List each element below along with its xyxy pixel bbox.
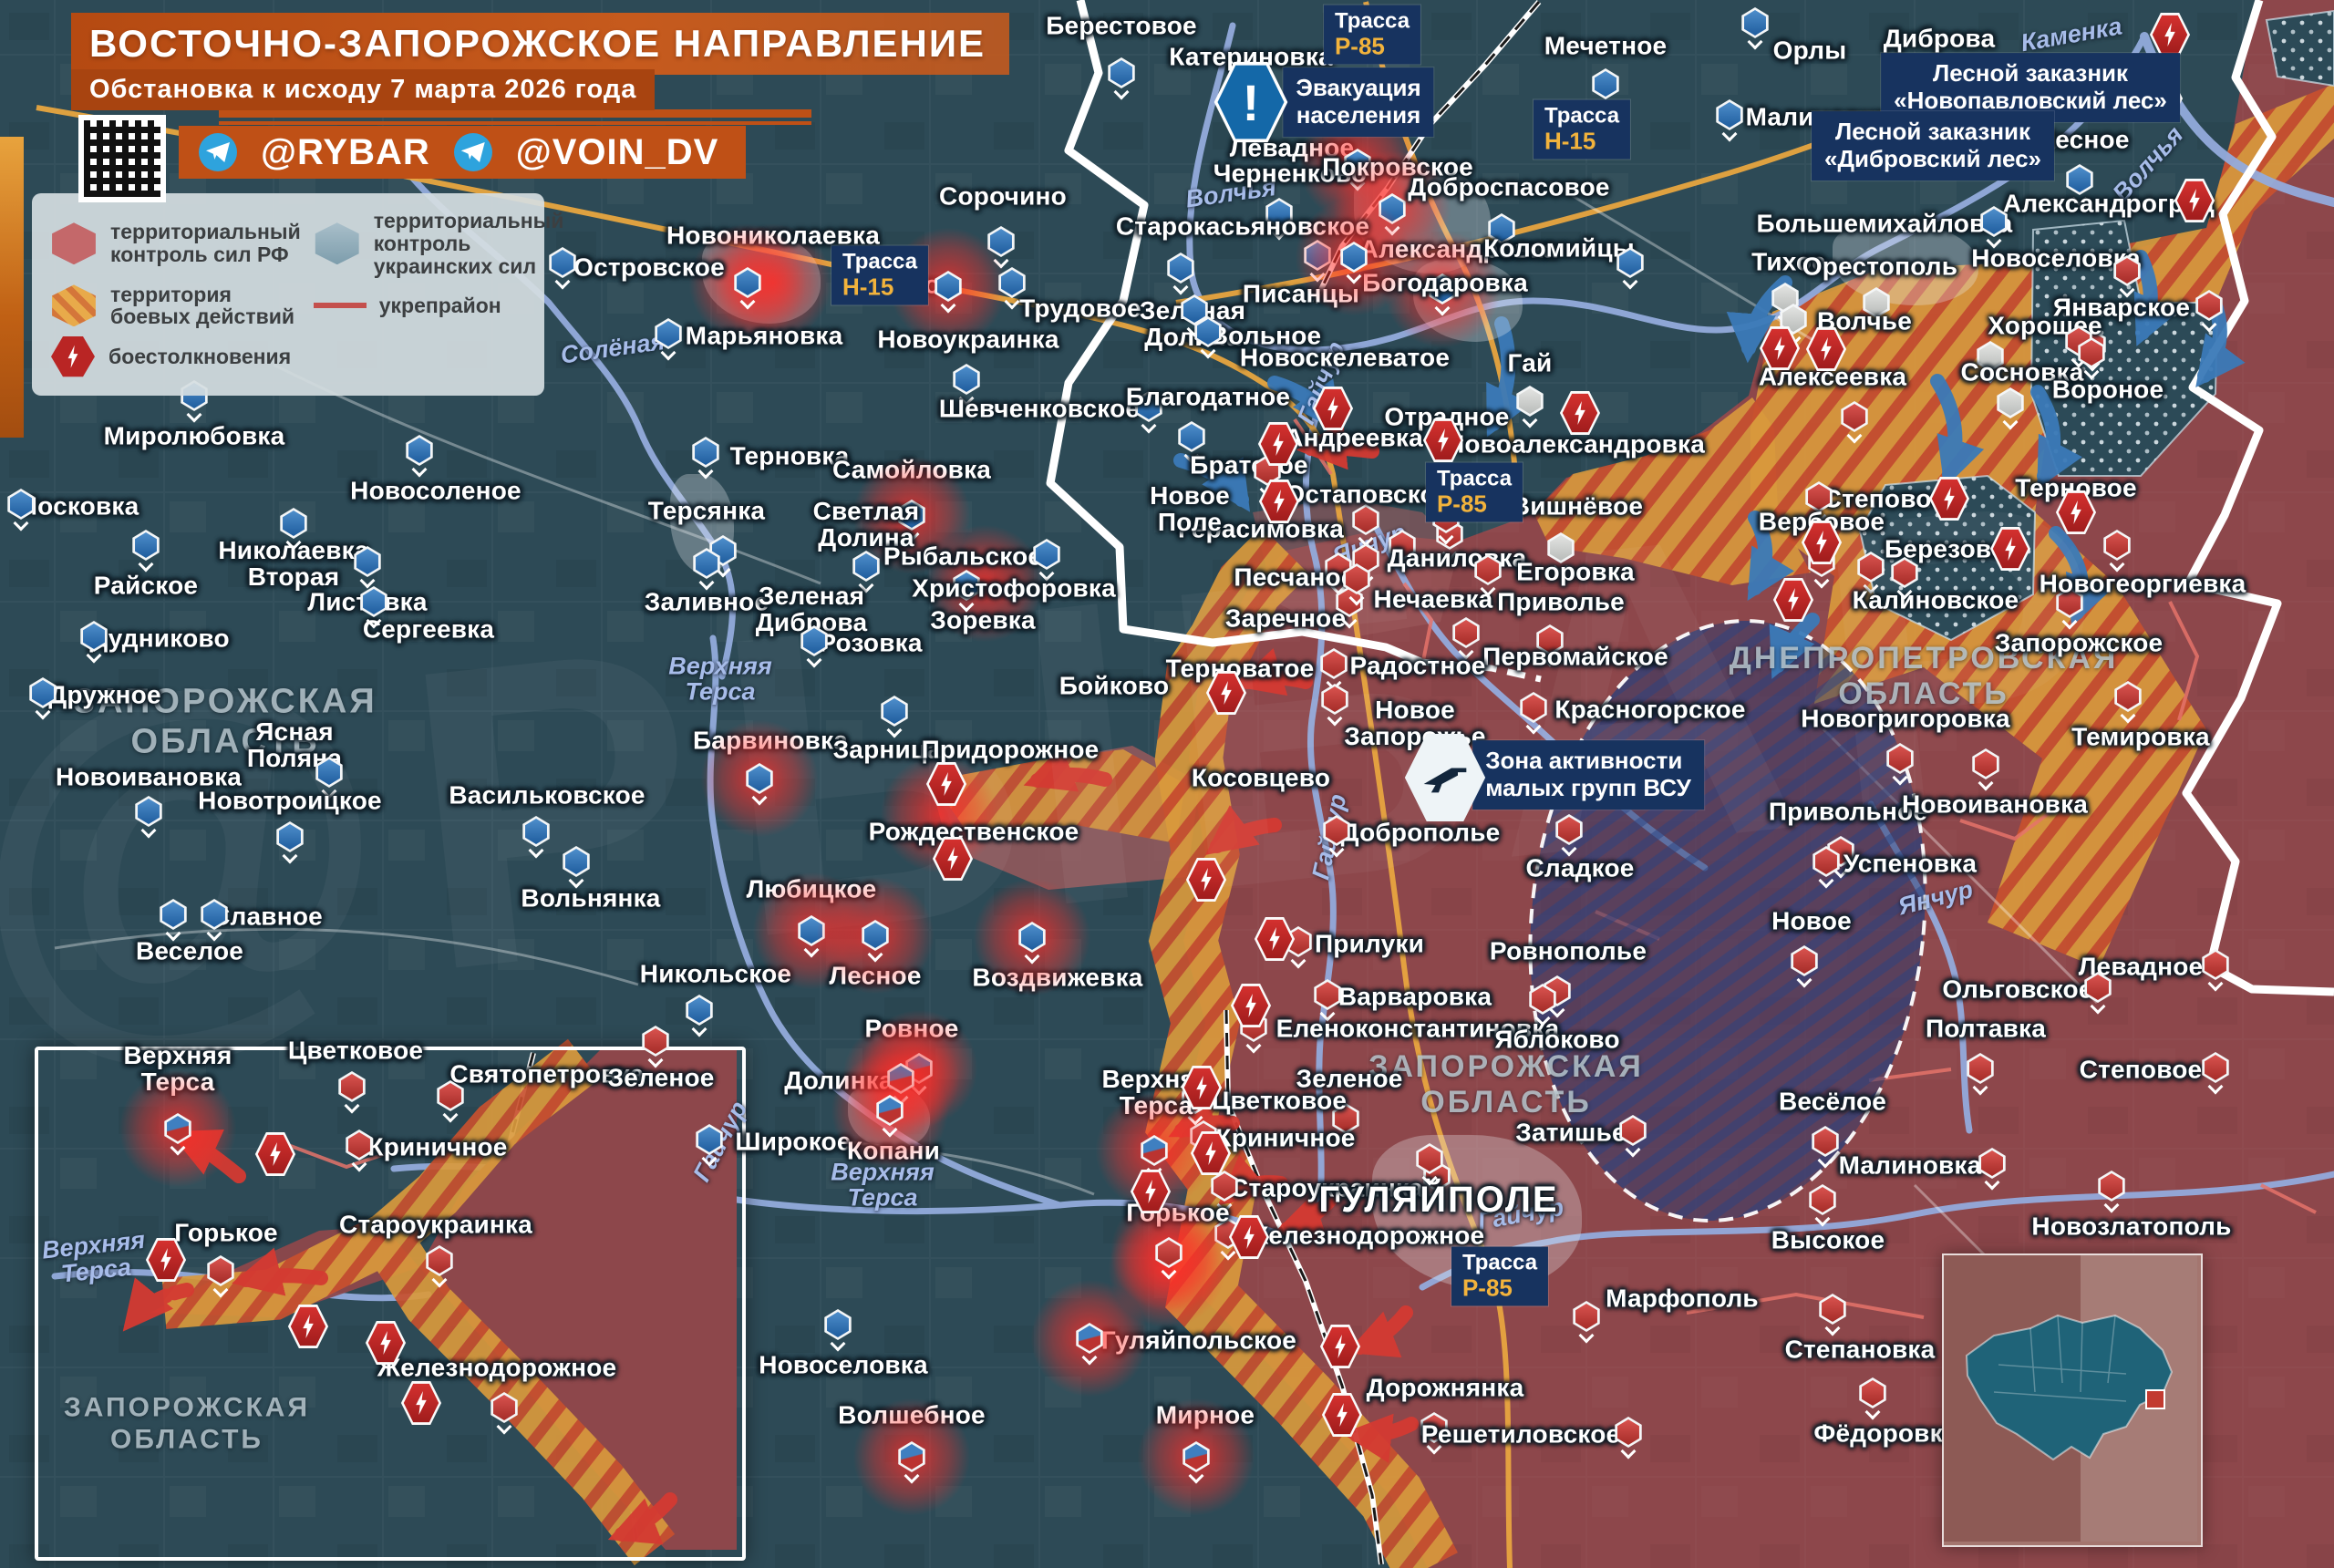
legend-item-combat-zone: территория боевых действий (50, 284, 301, 329)
settlement-marker (1422, 1161, 1451, 1191)
settlement-marker (2078, 329, 2107, 360)
legend: территориальный контроль сил РФ территор… (32, 193, 544, 396)
road-sign-word: Трасса (1335, 10, 1410, 34)
vsu-zone-label: Зона активности малых групп ВСУ (1472, 740, 1704, 810)
evacuation-label: Эвакуация населения (1283, 67, 1433, 137)
settlement-marker (1435, 519, 1464, 550)
road-sign: ТрассаР-85 (1324, 5, 1420, 65)
map-stage: @РЫБАР ВОСТОЧНО-ЗАПОРОЖСКОЕ НАПРАВЛЕНИЕ … (0, 0, 2334, 1568)
advance-arrow-red (1311, 448, 1372, 451)
road-sign: ТрассаР-85 (1451, 1247, 1548, 1306)
combat-zone-icon (50, 284, 98, 326)
road-sign-code: Н-15 (1544, 129, 1619, 155)
road-sign-word: Трасса (1462, 1252, 1537, 1275)
forest-reserve-label: Лесной заказник «Дибровский лес» (1812, 111, 2054, 181)
settlement-marker (1388, 530, 1417, 561)
header-strip (219, 121, 811, 125)
settlement-marker (1324, 552, 1353, 583)
clashes-icon (50, 335, 96, 377)
legend-item-clashes: боестолкновения (50, 335, 301, 377)
road-sign: ТрассаН-15 (831, 246, 928, 305)
advance-arrow-red (1247, 678, 1306, 683)
ukraine-inset-map (1942, 1253, 2203, 1547)
map-extent-marker (2146, 1390, 2164, 1408)
qr-code (78, 115, 166, 202)
legend-item-rf-control: территориальный контроль сил РФ (50, 221, 301, 266)
legend-item-ua-control: территориальный контроль украинских сил (314, 210, 564, 277)
road-sign-code: Р-85 (1462, 1275, 1537, 1302)
settlement-marker (1351, 504, 1380, 535)
telegram-icon (199, 133, 237, 171)
rf-control-icon (50, 222, 98, 264)
road-sign: ТрассаН-15 (1534, 100, 1630, 160)
left-accent-bar (0, 137, 24, 438)
road-sign-word: Трасса (1544, 105, 1619, 129)
settlement-marker (1996, 387, 2025, 418)
channel-handle: @VOIN_DV (516, 132, 719, 173)
road-sign: ТрассаР-85 (1426, 463, 1523, 522)
advance-arrow-red (1038, 775, 1105, 780)
rifle-icon (1403, 732, 1487, 823)
evacuation-warning-icon: ! (1213, 60, 1289, 144)
channels-banner: @RYBAR @VOIN_DV (179, 126, 746, 179)
page-title: ВОСТОЧНО-ЗАПОРОЖСКОЕ НАПРАВЛЕНИЕ (71, 13, 1009, 75)
road-sign-code: Н-15 (842, 274, 917, 301)
road-sign-word: Трасса (1437, 468, 1512, 491)
channel-handle: @RYBAR (261, 132, 430, 173)
road-sign-word: Трасса (842, 251, 917, 274)
legend-item-fortified-area: укрепрайон (314, 294, 564, 317)
page-subtitle: Обстановка к исходу 7 марта 2026 года (71, 69, 655, 110)
ua-control-icon (314, 222, 361, 264)
header-strip (219, 109, 811, 118)
detail-inset-frame (35, 1047, 746, 1561)
fortified-line-icon (314, 303, 367, 308)
telegram-icon (454, 133, 492, 171)
road-sign-code: Р-85 (1437, 491, 1512, 518)
advance-arrow-red (1182, 1122, 1233, 1130)
road-sign-code: Р-85 (1335, 34, 1410, 60)
